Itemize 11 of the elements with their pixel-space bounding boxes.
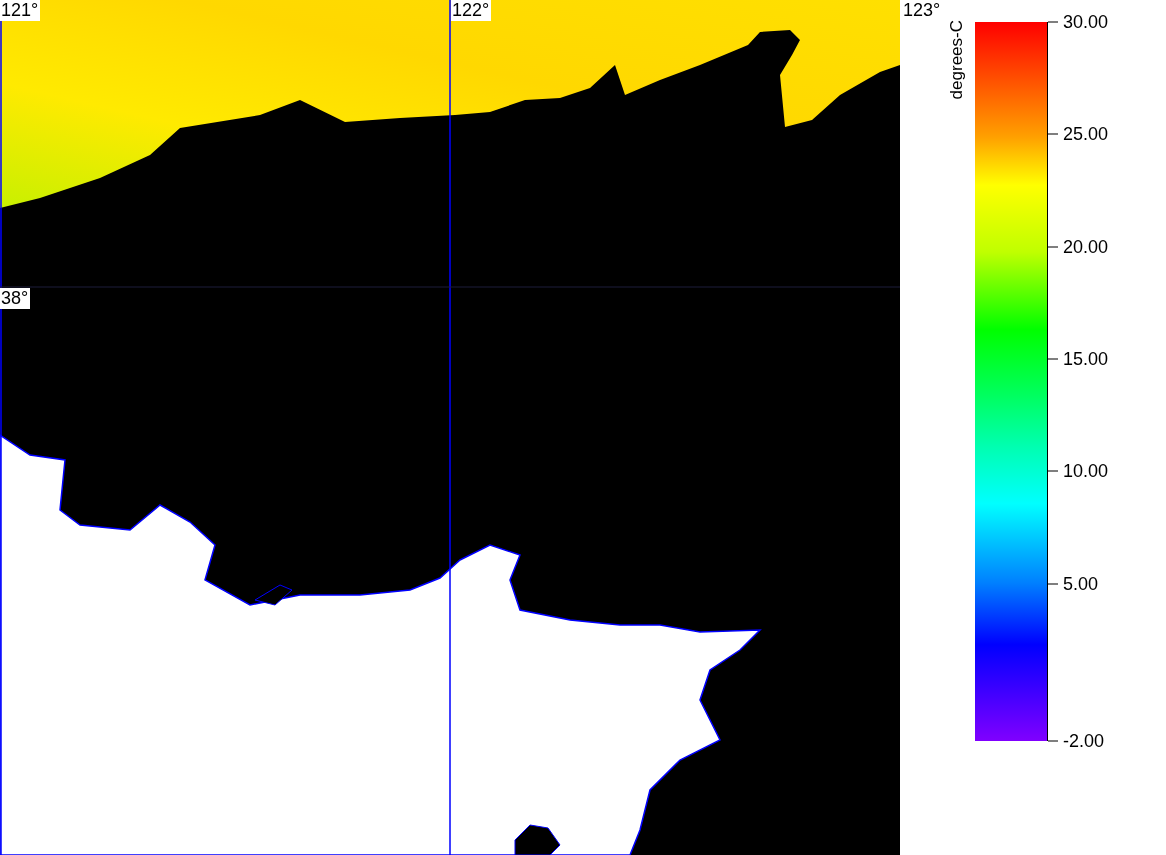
latitude-label: 38°	[0, 288, 31, 309]
tick-label: 25.00	[1063, 123, 1109, 145]
tick-label: 20.00	[1063, 236, 1109, 258]
tick-label: -2.00	[1063, 730, 1105, 752]
tick-label: 30.00	[1063, 11, 1109, 33]
longitude-label: 121°	[0, 0, 41, 21]
tick-label: 10.00	[1063, 460, 1109, 482]
colorbar-title: degrees-C	[947, 20, 967, 100]
longitude-label: 122°	[451, 0, 492, 21]
tick-label: 5.00	[1063, 573, 1099, 595]
tick-label: 15.00	[1063, 348, 1109, 370]
